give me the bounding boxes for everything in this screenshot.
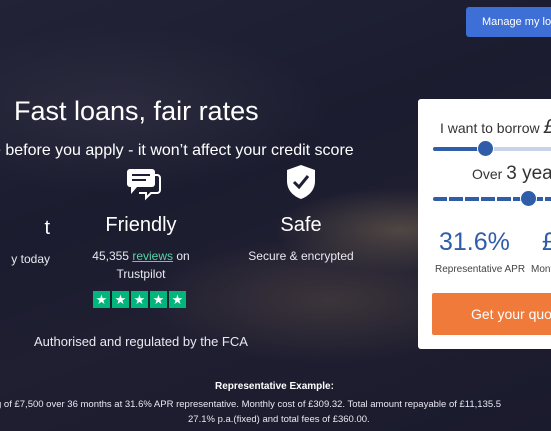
feature-fast: t y today bbox=[0, 167, 50, 268]
loan-calculator-card: I want to borrow£ Over 3 year 31.6% £ Re… bbox=[418, 99, 551, 349]
page-subtitle: e before you apply - it won’t affect you… bbox=[0, 142, 354, 159]
feature-safe-title: Safe bbox=[280, 214, 322, 236]
borrow-label: I want to borrow£ bbox=[440, 116, 551, 139]
monthly-value: £ bbox=[542, 228, 551, 256]
trustpilot-rating: ★ ★ ★ ★ ★ bbox=[93, 291, 189, 308]
feature-friendly-title: Friendly bbox=[105, 214, 177, 236]
term-prefix: Over bbox=[472, 166, 503, 182]
reviews-on: on bbox=[176, 249, 190, 263]
shield-check-icon bbox=[287, 165, 315, 199]
review-count: 45,355 bbox=[92, 249, 129, 263]
feature-fast-title: t bbox=[44, 217, 50, 239]
representative-example-line1: g of £7,500 over 36 months at 31.6% APR … bbox=[0, 399, 502, 410]
term-label: Over 3 year bbox=[472, 163, 551, 185]
term-slider[interactable] bbox=[433, 191, 551, 206]
star-icon: ★ bbox=[131, 291, 148, 308]
borrow-label-text: I want to borrow bbox=[440, 120, 540, 136]
feature-fast-text: y today bbox=[11, 252, 50, 266]
representative-example-title: Representative Example: bbox=[215, 381, 334, 392]
fca-statement: Authorised and regulated by the FCA bbox=[34, 334, 248, 349]
star-icon: ★ bbox=[112, 291, 129, 308]
apr-label: Representative APR bbox=[435, 264, 526, 275]
term-value: 3 year bbox=[506, 163, 551, 184]
borrow-currency: £ bbox=[544, 116, 551, 138]
star-icon: ★ bbox=[150, 291, 167, 308]
trustpilot-label: Trustpilot bbox=[116, 267, 166, 281]
manage-loan-button[interactable]: Manage my loan bbox=[466, 7, 551, 37]
monthly-label: Mont bbox=[531, 264, 551, 275]
feature-safe: Safe Secure & encrypted bbox=[246, 163, 356, 265]
page-title: Fast loans, fair rates bbox=[14, 96, 259, 126]
amount-slider-thumb[interactable] bbox=[477, 141, 493, 156]
feature-friendly-text: 45,355 reviews on Trustpilot bbox=[88, 247, 194, 283]
reviews-link[interactable]: reviews bbox=[132, 249, 173, 263]
feature-friendly: Friendly 45,355 reviews on Trustpilot ★ … bbox=[88, 167, 194, 308]
apr-value: 31.6% bbox=[439, 228, 510, 256]
star-icon: ★ bbox=[93, 291, 110, 308]
feature-safe-text: Secure & encrypted bbox=[248, 249, 354, 263]
representative-example-line2: 27.1% p.a.(fixed) and total fees of £360… bbox=[188, 414, 370, 425]
amount-slider[interactable] bbox=[433, 141, 551, 156]
star-icon: ★ bbox=[169, 291, 186, 308]
get-quote-button[interactable]: Get your quot bbox=[432, 293, 551, 335]
term-slider-thumb[interactable] bbox=[521, 191, 537, 206]
chat-bubbles-icon bbox=[127, 169, 161, 201]
